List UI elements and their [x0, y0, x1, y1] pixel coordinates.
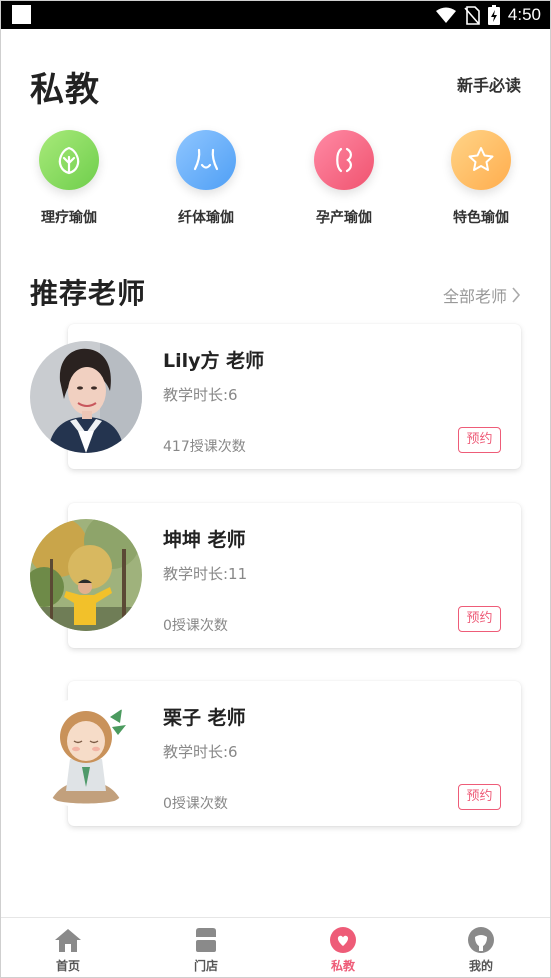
clock: 4:50 [507, 5, 541, 24]
home-icon [53, 926, 83, 954]
all-teachers-label: 全部老师 [442, 287, 507, 306]
teacher-avatar[interactable] [30, 519, 142, 631]
profile-icon [466, 926, 496, 954]
teaching-years: 教学时长:6 [163, 743, 238, 761]
battery-charging-icon [487, 5, 500, 25]
system-indicators: 4:50 [435, 4, 541, 26]
all-teachers-link[interactable]: 全部老师 [443, 283, 521, 307]
category-therapy-yoga[interactable]: 理疗瑜伽 [9, 130, 129, 227]
category-row: 理疗瑜伽 纤体瑜伽 孕产瑜伽 特色瑜伽 [0, 130, 551, 230]
lesson-count: 0授课次数 [163, 796, 228, 812]
category-label: 纤体瑜伽 [178, 210, 234, 226]
nav-home[interactable]: 首页 [28, 926, 108, 974]
section-title: 推荐老师 [30, 277, 147, 310]
bottom-navigation: 首页 门店 私教 我的 [0, 917, 551, 978]
category-label: 理疗瑜伽 [41, 210, 97, 226]
book-button[interactable]: 预约 [458, 784, 501, 810]
teacher-avatar[interactable] [30, 341, 142, 453]
category-slim-yoga[interactable]: 纤体瑜伽 [146, 130, 266, 227]
book-button[interactable]: 预约 [458, 427, 501, 453]
nav-label: 我的 [468, 959, 493, 973]
status-bar: 4:50 [0, 0, 551, 29]
category-label: 孕产瑜伽 [316, 210, 372, 226]
category-prenatal-yoga[interactable]: 孕产瑜伽 [284, 130, 404, 227]
category-label: 特色瑜伽 [453, 210, 509, 226]
lesson-count: 417授课次数 [163, 439, 246, 455]
beginner-guide-link[interactable]: 新手必读 [457, 72, 521, 96]
store-icon [191, 926, 221, 954]
teacher-name: Lily方 老师 [163, 350, 265, 372]
pregnancy-icon [314, 130, 374, 190]
leaf-icon [39, 130, 99, 190]
heart-icon [328, 926, 358, 954]
teacher-name: 栗子 老师 [163, 707, 246, 729]
page-title: 私教 [30, 70, 100, 110]
no-sim-icon [464, 5, 480, 25]
nav-store[interactable]: 门店 [166, 926, 246, 974]
book-button[interactable]: 预约 [458, 606, 501, 632]
nav-private-coaching[interactable]: 私教 [303, 926, 383, 974]
teacher-avatar[interactable] [30, 697, 142, 809]
category-special-yoga[interactable]: 特色瑜伽 [421, 130, 541, 227]
chevron-right-icon [512, 287, 521, 303]
nav-label: 首页 [55, 959, 80, 973]
notification-icon [12, 5, 31, 24]
body-icon [176, 130, 236, 190]
nav-label: 私教 [330, 959, 355, 973]
nav-label: 门店 [193, 959, 218, 973]
teaching-years: 教学时长:11 [163, 565, 248, 583]
lesson-count: 0授课次数 [163, 618, 228, 634]
star-icon [451, 130, 511, 190]
wifi-icon [435, 7, 456, 23]
teacher-name: 坤坤 老师 [163, 529, 246, 551]
nav-profile[interactable]: 我的 [441, 926, 521, 974]
teaching-years: 教学时长:6 [163, 386, 238, 404]
